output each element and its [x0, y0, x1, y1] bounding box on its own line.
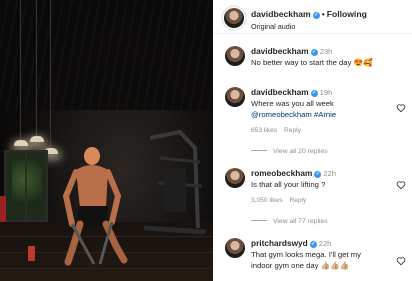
post-header: davidbeckham ✓ • Following Original audio	[213, 0, 412, 34]
verified-badge-icon: ✓	[310, 90, 318, 97]
view-replies-label: View all 77 replies	[273, 218, 328, 225]
man-with-rope	[62, 147, 128, 266]
separator-dot: •	[321, 9, 325, 19]
commenter-username[interactable]: davidbeckham	[251, 46, 309, 56]
pendant-lamp	[30, 136, 44, 142]
comment-text: Where was you all week	[251, 99, 334, 108]
comment-text-line2: @romeobeckham #Arnie	[251, 110, 336, 121]
comment-header: pritchardswyd ✓ 22h	[251, 238, 331, 248]
commenter-username[interactable]: pritchardswyd	[251, 238, 308, 248]
comment-header: davidbeckham ✓ 19h	[251, 87, 332, 97]
comment-text: Is that all your lifting ?	[251, 180, 326, 189]
likes-count[interactable]: 3,050 likes	[251, 197, 283, 204]
comment-text: No better way to start the day 😍🥰	[251, 58, 373, 67]
comment-time: 22h	[323, 169, 336, 178]
comment-header: romeobeckham ✓ 22h	[251, 168, 336, 178]
comment-meta: 653 likes Reply	[251, 127, 301, 134]
author-avatar[interactable]	[224, 8, 244, 28]
pendant-lamp	[14, 140, 28, 146]
commenter-username[interactable]: davidbeckham	[251, 87, 309, 97]
heart-outline-icon[interactable]	[396, 256, 406, 266]
likes-count[interactable]: 653 likes	[251, 127, 277, 134]
view-replies-button[interactable]: View all 77 replies	[251, 218, 328, 225]
comment-time: 19h	[319, 88, 333, 97]
drink-can	[28, 246, 35, 261]
comment-meta: 3,050 likes Reply	[251, 197, 306, 204]
lamp-cord	[36, 0, 37, 136]
verified-badge-icon: ✓	[309, 241, 317, 248]
heart-outline-icon[interactable]	[396, 180, 406, 190]
comment-text: That gym looks mega. I'll get my	[251, 250, 361, 259]
reply-button[interactable]: Reply	[290, 197, 307, 204]
post-media[interactable]	[0, 0, 213, 281]
hashtag-link[interactable]: #Arnie	[314, 110, 336, 119]
verified-badge-icon: ✓	[312, 12, 320, 19]
view-replies-label: View all 20 replies	[273, 148, 328, 155]
ceiling-slats	[0, 0, 213, 110]
verified-badge-icon: ✓	[310, 49, 318, 56]
garden-window	[4, 150, 48, 222]
comment-text-line2: indoor gym one day 👍🏼👍🏼👍🏼	[251, 261, 350, 270]
commenter-avatar[interactable]	[225, 46, 245, 66]
replies-line	[251, 150, 267, 151]
lamp-cord	[50, 0, 51, 148]
comment-time: 22h	[318, 239, 332, 248]
comments-panel: davidbeckham ✓ • Following Original audio d…	[213, 0, 412, 281]
original-audio-link[interactable]: Original audio	[251, 22, 295, 31]
floor-board-line	[0, 268, 213, 269]
verified-badge-icon: ✓	[314, 171, 322, 178]
following-button[interactable]: Following	[327, 9, 367, 19]
heart-outline-icon[interactable]	[396, 103, 406, 113]
author-username[interactable]: davidbeckham	[251, 9, 311, 19]
comment-time: 23h	[319, 47, 333, 56]
commenter-username[interactable]: romeobeckham	[251, 168, 312, 178]
reply-button[interactable]: Reply	[284, 127, 301, 134]
commenter-avatar[interactable]	[225, 168, 245, 188]
view-replies-button[interactable]: View all 20 replies	[251, 148, 328, 155]
red-door	[0, 196, 6, 224]
commenter-avatar[interactable]	[225, 87, 245, 107]
gym-machine	[143, 129, 207, 235]
commenter-avatar[interactable]	[225, 238, 245, 258]
comment-header: davidbeckham ✓ 23h	[251, 46, 332, 56]
replies-line	[251, 220, 267, 221]
lamp-cord	[20, 0, 21, 140]
mention-link[interactable]: @romeobeckham	[251, 110, 312, 119]
header-line: davidbeckham ✓ • Following	[251, 9, 367, 19]
